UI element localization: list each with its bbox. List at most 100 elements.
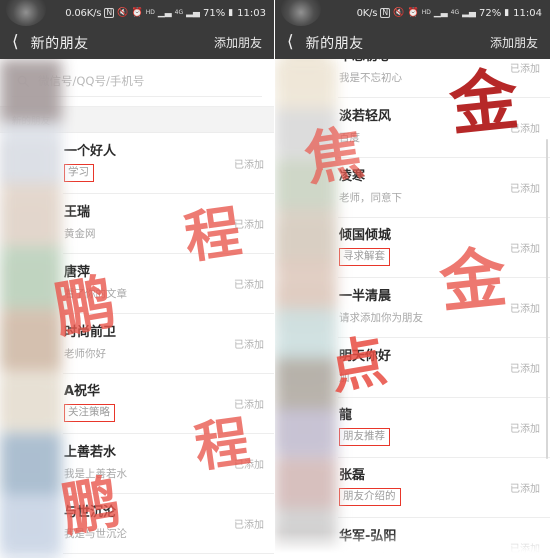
contact-name: 倾国倾城 bbox=[339, 228, 392, 244]
list-item[interactable]: 一个好人 学习 已添加 bbox=[0, 133, 274, 193]
status-badge: 已添加 bbox=[234, 459, 264, 471]
avatar bbox=[283, 345, 327, 389]
alarm-icon: ⏰ bbox=[131, 7, 143, 18]
section-header: 新的朋友 bbox=[0, 106, 274, 133]
list-item-text: 与世沉沦 我是与世沉沦 bbox=[64, 505, 226, 540]
status-badge: 已添加 bbox=[510, 363, 540, 375]
scrollbar[interactable] bbox=[546, 139, 548, 459]
battery-icon: ▮ bbox=[504, 8, 510, 18]
list-item[interactable]: 龍朋友推荐 已添加 bbox=[275, 397, 550, 457]
status-badge: 已添加 bbox=[510, 243, 540, 255]
list-item-text: 一半清晨请求添加你为朋友 bbox=[339, 289, 502, 324]
contact-message-highlighted: 朋友介绍的 bbox=[339, 488, 401, 506]
search-input[interactable]: 微信号/QQ号/手机号 bbox=[12, 69, 262, 97]
contact-message: 我是不忘初心 bbox=[339, 71, 402, 84]
avatar bbox=[8, 141, 52, 185]
network-speed-text: 0K/s bbox=[356, 7, 378, 19]
signal-4g-icon: 4G bbox=[174, 9, 184, 16]
add-friend-button[interactable]: 添加朋友 bbox=[214, 34, 262, 51]
list-item[interactable]: 张磊 朋友介绍的 已添加 bbox=[275, 457, 550, 517]
battery-percent-text: 72% bbox=[478, 7, 502, 19]
phone-screenshot-right: 0K/s N 🔇 ⏰ HD ▁▃ 4G ▂▄ 72% ▮ 11:04 ⟨ 新的朋… bbox=[275, 0, 550, 558]
status-badge: 已添加 bbox=[510, 543, 540, 555]
list-item[interactable]: 王瑞 黄金网 已添加 bbox=[0, 193, 274, 253]
contact-name: 一半清晨 bbox=[339, 289, 392, 305]
avatar bbox=[8, 441, 52, 485]
status-badge: 已添加 bbox=[234, 279, 264, 291]
list-item-text: 龍朋友推荐 bbox=[339, 408, 502, 446]
signal-4g-icon: 4G bbox=[450, 9, 460, 16]
avatar bbox=[283, 165, 327, 209]
contact-message: 我是与世沉沦 bbox=[64, 527, 127, 540]
contact-message: 百度 bbox=[339, 131, 360, 144]
contact-name: 上善若水 bbox=[64, 445, 117, 461]
phone-screenshot-left: 0.06K/s N 🔇 ⏰ HD ▁▃ 4G ▂▄ 71% ▮ 11:03 ⟨ … bbox=[0, 0, 275, 558]
page-title: 新的朋友 bbox=[30, 35, 89, 52]
list-item[interactable]: 一半清晨 请求添加你为朋友 已添加 bbox=[275, 277, 550, 337]
list-item[interactable]: 华军-弘阳老师，你好 已添加 bbox=[275, 517, 550, 558]
contact-message-highlighted: 学习 bbox=[64, 164, 94, 182]
camera-cutout-smudge bbox=[6, 0, 46, 26]
list-item-text: 明天你好加 bbox=[339, 349, 502, 384]
clock-text: 11:03 bbox=[237, 7, 266, 19]
contact-message-highlighted: 寻求解套 bbox=[339, 248, 390, 266]
status-badge: 已添加 bbox=[234, 159, 264, 171]
list-item[interactable]: 凌寒 老师，同意下 已添加 bbox=[275, 157, 550, 217]
list-item-text: 不忘初心我是不忘初心 bbox=[339, 59, 502, 85]
dual-screenshot-comparison: 0.06K/s N 🔇 ⏰ HD ▁▃ 4G ▂▄ 71% ▮ 11:03 ⟨ … bbox=[0, 0, 550, 558]
contact-message: 老师你好 bbox=[64, 347, 106, 360]
avatar bbox=[8, 201, 52, 245]
list-item[interactable]: 唐萍 看了你的文章 已添加 bbox=[0, 253, 274, 313]
contact-name: A祝华 bbox=[64, 384, 101, 400]
contact-name: 一个好人 bbox=[64, 144, 117, 160]
back-chevron-icon[interactable]: ⟨ bbox=[12, 34, 19, 51]
list-item[interactable]: 时尚前卫老师你好 已添加 bbox=[0, 313, 274, 373]
contact-name: 凌寒 bbox=[339, 169, 366, 185]
avatar bbox=[283, 525, 327, 558]
list-item[interactable]: 倾国倾城寻求解套 已添加 bbox=[275, 217, 550, 277]
list-item-text: A祝华 关注策略 bbox=[64, 384, 226, 422]
list-item[interactable]: A祝华 关注策略 已添加 bbox=[0, 373, 274, 433]
avatar bbox=[8, 501, 52, 545]
contact-name: 明天你好 bbox=[339, 349, 392, 365]
contact-message: 老师，你好 bbox=[339, 551, 392, 558]
list-item[interactable]: 与世沉沦 我是与世沉沦 已添加 bbox=[0, 493, 274, 553]
list-item[interactable]: 不忘初心我是不忘初心已添加 bbox=[275, 59, 550, 97]
hd-icon: HD bbox=[145, 9, 155, 16]
avatar bbox=[283, 405, 327, 449]
avatar bbox=[8, 261, 52, 305]
add-friend-button[interactable]: 添加朋友 bbox=[490, 34, 538, 51]
avatar bbox=[283, 285, 327, 329]
content-area: 微信号/QQ号/手机号 新的朋友 一个好人 学习 已添加 王瑞 黄金网 已添加 唐萍 看了你的… bbox=[0, 59, 274, 558]
contact-message-highlighted: 朋友推荐 bbox=[339, 428, 390, 446]
title-bar: ⟨ 新的朋友 添加朋友 bbox=[0, 26, 274, 59]
avatar bbox=[283, 59, 327, 89]
signal-1-icon: ▁▃ bbox=[433, 7, 448, 18]
list-item-text: 一个好人 学习 bbox=[64, 144, 226, 182]
search-icon bbox=[17, 75, 29, 87]
status-badge: 已添加 bbox=[234, 219, 264, 231]
contact-name: 时尚前卫 bbox=[64, 325, 117, 341]
nfc-icon: N bbox=[380, 8, 391, 18]
list-item-text: 淡若轻风 百度 bbox=[339, 109, 502, 144]
contact-message: 请求添加你为朋友 bbox=[339, 311, 423, 324]
list-item[interactable]: 淡若轻风 百度 已添加 bbox=[275, 97, 550, 157]
alarm-icon: ⏰ bbox=[407, 7, 419, 18]
back-chevron-icon[interactable]: ⟨ bbox=[287, 34, 294, 51]
status-bar: 0K/s N 🔇 ⏰ HD ▁▃ 4G ▂▄ 72% ▮ 11:04 bbox=[275, 0, 550, 26]
battery-percent-text: 71% bbox=[202, 7, 226, 19]
status-badge: 已添加 bbox=[234, 339, 264, 351]
list-item-text: 凌寒 老师，同意下 bbox=[339, 169, 502, 204]
list-item[interactable]: 上善若水 我是上善若水 已添加 bbox=[0, 433, 274, 493]
title-bar: ⟨ 新的朋友 添加朋友 bbox=[275, 26, 550, 59]
nfc-icon: N bbox=[104, 8, 115, 18]
avatar bbox=[283, 105, 327, 149]
list-item[interactable]: 明天你好加已添加 bbox=[275, 337, 550, 397]
contact-name: 不忘初心 bbox=[339, 59, 502, 66]
contact-name: 龍 bbox=[339, 408, 353, 424]
contact-name: 华军-弘阳 bbox=[339, 529, 397, 545]
status-bar: 0.06K/s N 🔇 ⏰ HD ▁▃ 4G ▂▄ 71% ▮ 11:03 bbox=[0, 0, 274, 26]
content-area: 不忘初心我是不忘初心已添加淡若轻风百度已添加凌寒老师，同意下已添加倾国倾城寻求解… bbox=[275, 59, 550, 558]
avatar bbox=[283, 225, 327, 269]
list-item[interactable]: 旅途人生寻求解套已添加 bbox=[0, 553, 274, 558]
